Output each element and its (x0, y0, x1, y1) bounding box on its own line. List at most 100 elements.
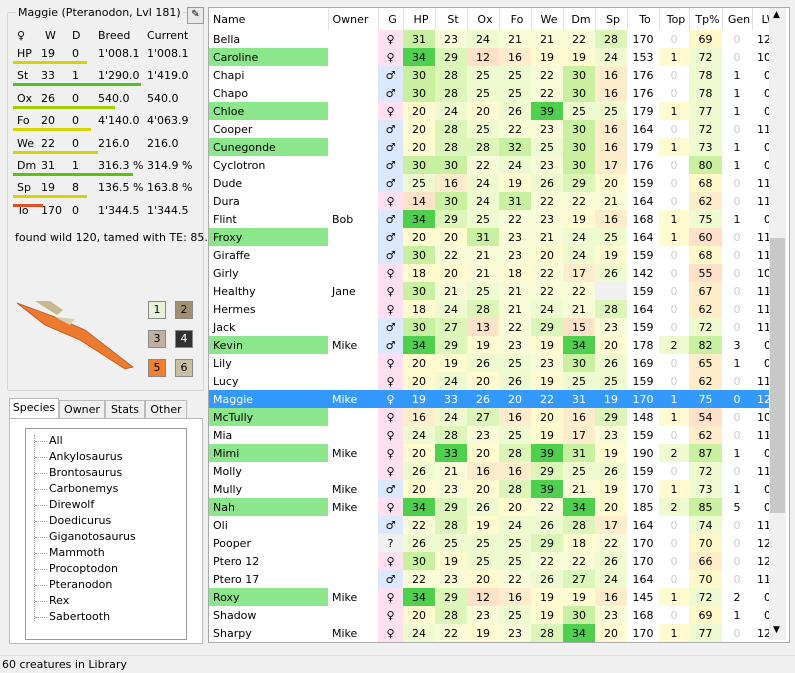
species-item-rex[interactable]: Rex (49, 594, 69, 607)
color-button-1[interactable]: 1 (148, 301, 166, 319)
table-row[interactable]: Dura ♀ 14 30 24 31 22 22 21 164 0 62 0 116 (209, 192, 783, 210)
column-header-dm[interactable]: Dm (563, 8, 596, 30)
cell-hp: 18 (403, 300, 435, 318)
cell-we: 21 (531, 228, 563, 246)
table-row[interactable]: Cyclotron ♂ 30 30 22 24 23 30 17 176 0 80 1 0 (209, 156, 783, 174)
table-row[interactable]: Chapi ♂ 30 28 25 25 22 30 16 176 0 78 1 0 (209, 66, 783, 84)
column-header-owner[interactable]: Owner (328, 8, 379, 30)
column-header-hp[interactable]: HP (403, 8, 436, 30)
table-row[interactable]: Chapo ♂ 30 28 25 25 22 30 16 176 0 78 1 0 (209, 84, 783, 102)
tab-species[interactable]: Species (9, 398, 59, 419)
table-row[interactable]: Shadow ♀ 20 28 23 25 19 30 23 168 0 69 1 0 (209, 606, 783, 624)
column-header-g[interactable]: G (378, 8, 404, 30)
cell-we: 39 (531, 102, 563, 120)
species-item-mammoth[interactable]: Mammoth (49, 546, 105, 559)
color-button-5[interactable]: 5 (148, 359, 166, 377)
cell-dm: 19 (563, 588, 595, 606)
table-row[interactable]: Hermes ♀ 18 24 28 21 24 21 28 164 0 62 0 116 (209, 300, 783, 318)
cell-dm: 21 (563, 480, 595, 498)
column-header-gen[interactable]: Gen (722, 8, 753, 30)
column-header-we[interactable]: We (531, 8, 564, 30)
table-row[interactable]: Lily ♀ 20 19 26 25 23 30 26 169 0 65 1 0 (209, 354, 783, 372)
table-row[interactable]: Mully Mike ♂ 20 23 20 28 39 21 19 170 1 73 1 0 (209, 480, 783, 498)
column-header-name[interactable]: Name (209, 8, 329, 30)
cell-name: Maggie (209, 390, 328, 408)
table-row[interactable]: Flint Bob ♂ 34 29 25 22 23 19 16 168 1 75 1 0 (209, 210, 783, 228)
table-row[interactable]: Oli ♂ 22 28 19 24 26 28 17 164 0 74 0 116 (209, 516, 783, 534)
table-row[interactable]: Molly ♀ 26 21 16 16 29 25 26 159 0 72 0 112 (209, 462, 783, 480)
table-row[interactable]: Giraffe ♂ 30 22 21 23 20 24 19 159 0 68 0 112 (209, 246, 783, 264)
scroll-down-icon[interactable]: ▼ (773, 625, 780, 635)
tab-stats[interactable]: Stats (105, 400, 145, 418)
cell-st: 19 (435, 552, 467, 570)
color-button-4[interactable]: 4 (175, 330, 193, 348)
color-button-6[interactable]: 6 (175, 359, 193, 377)
table-row[interactable]: McTully ♀ 16 24 27 16 20 16 29 148 1 54 0 104 (209, 408, 783, 426)
species-item-all[interactable]: All (49, 434, 63, 447)
cell-st: 33 (435, 444, 467, 462)
cell-owner (328, 354, 378, 372)
table-row[interactable]: Roxy Mike ♀ 34 29 12 16 19 19 16 145 1 72 2 0 (209, 588, 783, 606)
tab-other[interactable]: Other (145, 400, 187, 418)
table-row[interactable]: Lucy ♀ 20 24 20 26 19 25 25 159 0 62 0 112 (209, 372, 783, 390)
color-button-3[interactable]: 3 (148, 330, 166, 348)
color-button-2[interactable]: 2 (175, 301, 193, 319)
stat-dm-dom: 1 (72, 159, 79, 172)
cell-hp: 20 (403, 228, 435, 246)
table-row[interactable]: Maggie Mike ♀ 19 33 26 20 22 31 19 170 1 75 0 120 (209, 390, 783, 408)
species-item-ankylosaurus[interactable]: Ankylosaurus (49, 450, 122, 463)
species-item-giganotosaurus[interactable]: Giganotosaurus (49, 530, 136, 543)
vertical-scrollbar[interactable]: ▲ ▼ (769, 8, 786, 640)
table-row[interactable]: Cunegonde ♂ 20 28 28 32 25 30 16 179 1 73 1 0 (209, 138, 783, 156)
table-row[interactable]: Ptero 12 ♀ 30 19 25 25 22 22 26 170 0 66 0 120 (209, 552, 783, 570)
table-row[interactable]: Ptero 17 ♂ 22 23 20 22 26 27 24 164 0 70 0 116 (209, 570, 783, 588)
cell-ox: 16 (467, 462, 499, 480)
column-header-fo[interactable]: Fo (499, 8, 532, 30)
species-item-brontosaurus[interactable]: Brontosaurus (49, 466, 122, 479)
species-item-doedicurus[interactable]: Doedicurus (49, 514, 111, 527)
table-row[interactable]: Bella ♀ 31 23 24 21 21 22 28 170 0 69 0 120 (209, 30, 783, 48)
cell-ox: 26 (467, 390, 499, 408)
species-item-sabertooth[interactable]: Sabertooth (49, 610, 110, 623)
cell-st: 24 (435, 300, 467, 318)
edit-pencil-icon[interactable]: ✎ (187, 7, 204, 24)
column-header-st[interactable]: St (435, 8, 468, 30)
table-row[interactable]: Cooper ♂ 20 28 25 22 23 30 16 164 0 72 0 116 (209, 120, 783, 138)
table-row[interactable]: Caroline ♀ 34 29 12 16 19 19 24 153 1 72 0 108 (209, 48, 783, 66)
table-row[interactable]: Dude ♂ 25 16 24 19 26 29 20 159 0 68 0 112 (209, 174, 783, 192)
column-header-top[interactable]: Top (659, 8, 690, 30)
column-header-tppct[interactable]: Tp% (689, 8, 723, 30)
cell-tppct: 62 (689, 192, 722, 210)
column-header-to[interactable]: To (627, 8, 660, 30)
scrollbar-thumb[interactable] (770, 238, 785, 513)
table-row[interactable]: Sharpy Mike ♀ 24 22 19 23 28 34 20 170 1 77 0 120 (209, 624, 783, 642)
species-item-pteranodon[interactable]: Pteranodon (49, 578, 112, 591)
cell-top: 1 (659, 480, 689, 498)
cell-g: ♀ (378, 408, 403, 426)
table-row[interactable]: Kevin Mike ♂ 34 29 19 23 19 34 20 178 2 82 3 0 (209, 336, 783, 354)
table-row[interactable]: Chloe ♀ 20 24 20 26 39 25 25 179 1 77 1 0 (209, 102, 783, 120)
table-row[interactable]: Froxy ♂ 20 20 31 23 21 24 25 164 1 60 0 116 (209, 228, 783, 246)
table-row[interactable]: Mia ♀ 24 28 23 25 19 17 23 159 0 62 0 112 (209, 426, 783, 444)
column-header-ox[interactable]: Ox (467, 8, 500, 30)
table-row[interactable]: Healthy Jane ♀ 30 21 25 21 22 22 159 0 67 0 112 (209, 282, 783, 300)
cell-dm: 16 (563, 408, 595, 426)
cell-ox: 25 (467, 534, 499, 552)
table-row[interactable]: Nah Mike ♀ 34 29 26 20 22 34 20 185 2 85 5 0 (209, 498, 783, 516)
tab-owner[interactable]: Owner (59, 400, 105, 418)
cell-tppct: 70 (689, 570, 722, 588)
table-row[interactable]: Girly ♀ 18 20 21 18 22 17 26 142 0 55 0 100 (209, 264, 783, 282)
stat-ox-name: Ox (17, 91, 33, 105)
cell-sp: 16 (595, 588, 627, 606)
table-row[interactable]: Mimi Mike ♀ 20 33 20 28 39 31 19 190 2 87 1 0 (209, 444, 783, 462)
species-item-direwolf[interactable]: Direwolf (49, 498, 94, 511)
table-row[interactable]: Jack ♂ 30 27 13 22 29 15 23 159 0 72 0 112 (209, 318, 783, 336)
species-item-procoptodon[interactable]: Procoptodon (49, 562, 118, 575)
cell-we: 22 (531, 390, 563, 408)
column-header-sp[interactable]: Sp (595, 8, 628, 30)
table-row[interactable]: Pooper? 26 25 25 25 29 18 22 170 0 70 0 120 (209, 534, 783, 552)
scroll-up-icon[interactable]: ▲ (773, 10, 780, 20)
stat-bar-sp (13, 195, 87, 199)
species-item-carbonemys[interactable]: Carbonemys (49, 482, 118, 495)
cell-gen: 1 (733, 482, 741, 496)
